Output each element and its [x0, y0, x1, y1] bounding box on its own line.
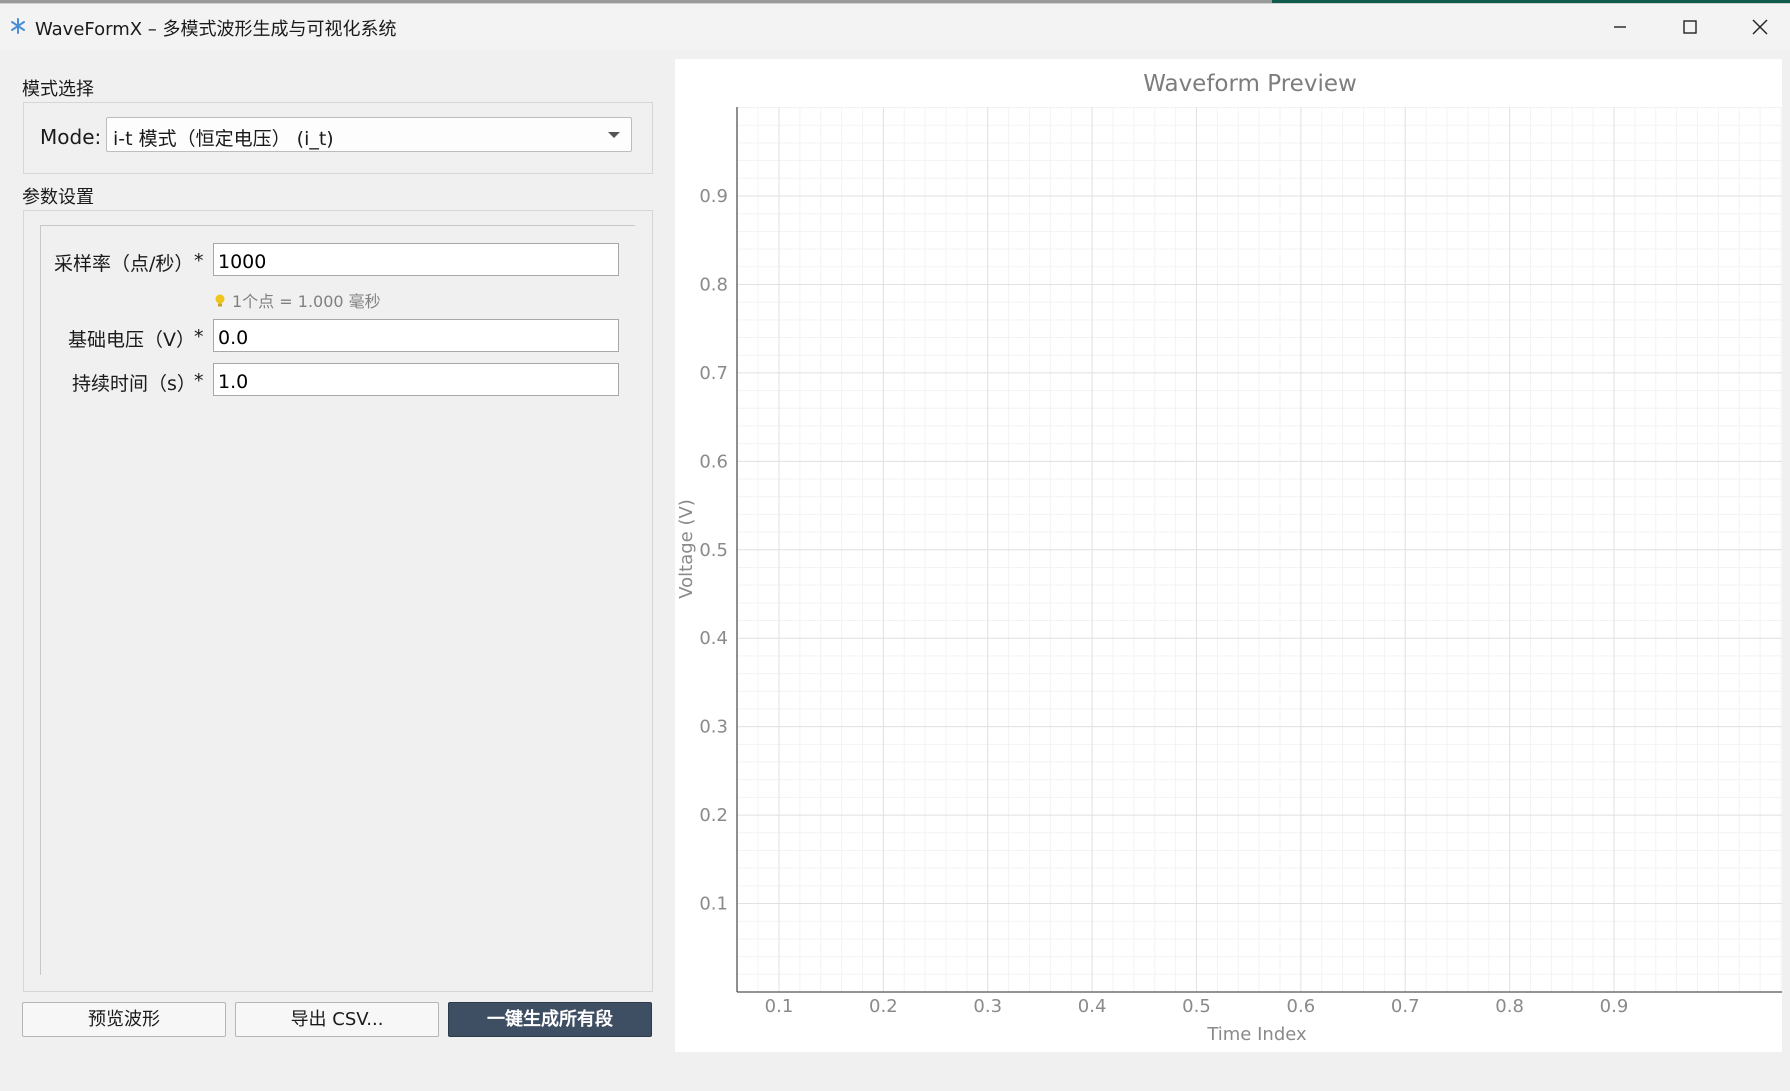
y-tick-label: 0.5	[699, 540, 728, 561]
y-tick-label: 0.4	[699, 628, 728, 649]
app-icon	[9, 17, 27, 35]
y-tick-label: 0.1	[699, 894, 728, 915]
x-axis-label: Time Index	[1206, 1024, 1307, 1045]
x-tick-label: 0.6	[1287, 996, 1316, 1017]
chart-title: Waveform Preview	[1143, 71, 1357, 97]
x-tick-label: 0.4	[1078, 996, 1107, 1017]
params-group-title: 参数设置	[22, 187, 94, 208]
duration-input[interactable]	[213, 363, 619, 396]
base-voltage-label: 基础电压（V）	[68, 329, 195, 351]
x-tick-label: 0.8	[1495, 996, 1524, 1017]
sample-rate-input[interactable]	[213, 243, 619, 276]
title-bar[interactable]: WaveFormX – 多模式波形生成与可视化系统	[0, 4, 1790, 50]
y-tick-label: 0.6	[699, 451, 728, 472]
scroll-area-top-border	[40, 225, 634, 226]
mode-label: Mode:	[40, 125, 102, 149]
maximize-button[interactable]	[1655, 4, 1725, 50]
close-icon	[1752, 19, 1768, 35]
mode-select-value: i-t 模式（恒定电压） (i_t)	[113, 128, 334, 150]
y-tick-label: 0.9	[699, 186, 728, 207]
duration-label: 持续时间（s）	[72, 373, 196, 395]
x-tick-label: 0.1	[765, 996, 794, 1017]
sample-rate-label: 采样率（点/秒）	[54, 253, 194, 275]
x-tick-label: 0.3	[973, 996, 1002, 1017]
duration-required: *	[194, 370, 204, 392]
x-tick-label: 0.9	[1600, 996, 1629, 1017]
maximize-icon	[1683, 20, 1697, 34]
base-voltage-required: *	[194, 326, 204, 348]
chart-panel: 0.1 0.2 0.3 0.4 0.5 0.6 0.7 0.8 0.9 0.1 0.2 0.3 0.4 0…	[675, 59, 1782, 1052]
sample-hint-text: 1个点 = 1.000 毫秒	[232, 292, 381, 311]
x-tick-label: 0.7	[1391, 996, 1420, 1017]
base-voltage-input[interactable]	[213, 319, 619, 352]
chevron-down-icon[interactable]	[608, 132, 620, 138]
waveform-chart[interactable]: 0.1 0.2 0.3 0.4 0.5 0.6 0.7 0.8 0.9 0.1 0.2 0.3 0.4 0…	[675, 59, 1782, 1052]
window-title: WaveFormX – 多模式波形生成与可视化系统	[35, 19, 397, 40]
bulb-icon	[215, 294, 225, 307]
y-tick-label: 0.2	[699, 805, 728, 826]
sample-hint: 1个点 = 1.000 毫秒	[214, 288, 381, 312]
mode-select[interactable]: i-t 模式（恒定电压） (i_t)	[106, 117, 632, 152]
sample-rate-required: *	[194, 250, 204, 272]
minimize-button[interactable]	[1585, 4, 1655, 50]
y-axis-label: Voltage (V)	[676, 499, 697, 599]
y-tick-label: 0.3	[699, 717, 728, 738]
x-tick-label: 0.5	[1182, 996, 1211, 1017]
close-button[interactable]	[1725, 4, 1790, 50]
y-tick-label: 0.7	[699, 363, 728, 384]
export-csv-button[interactable]: 导出 CSV...	[235, 1002, 439, 1037]
minimize-icon	[1614, 26, 1626, 28]
x-tick-label: 0.2	[869, 996, 898, 1017]
preview-waveform-button[interactable]: 预览波形	[22, 1002, 226, 1037]
y-tick-label: 0.8	[699, 274, 728, 295]
mode-group-title: 模式选择	[22, 79, 94, 100]
generate-all-button[interactable]: 一键生成所有段	[448, 1002, 652, 1037]
